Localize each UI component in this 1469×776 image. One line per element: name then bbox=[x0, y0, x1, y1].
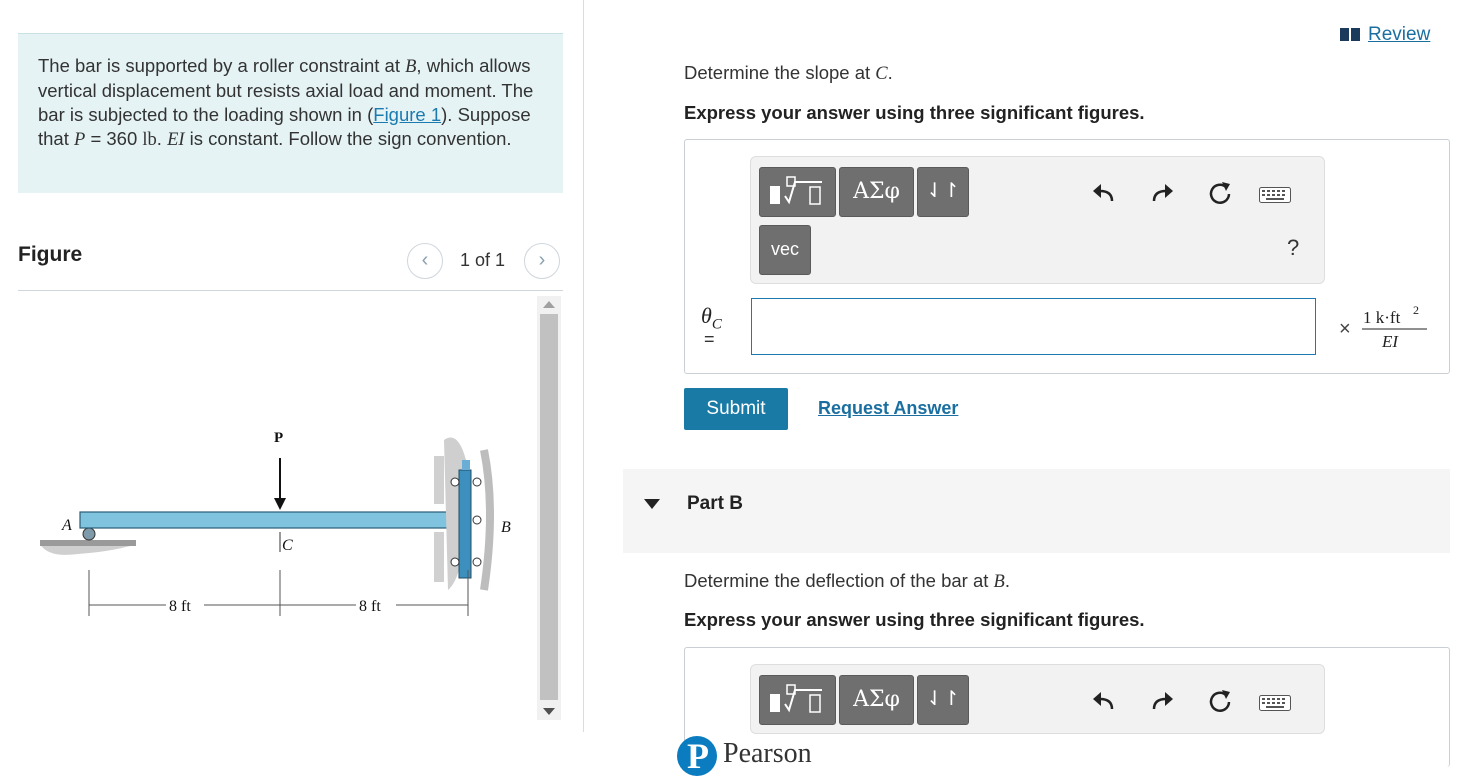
part-b-title: Part B bbox=[687, 493, 743, 514]
reset-icon[interactable] bbox=[1206, 687, 1234, 715]
roller bbox=[472, 557, 482, 567]
question-text: Determine the deflection of the bar at bbox=[684, 570, 994, 591]
templates-button[interactable] bbox=[759, 167, 836, 217]
caret-down-icon[interactable] bbox=[644, 499, 660, 509]
variable-c: C bbox=[875, 64, 888, 84]
label-b: B bbox=[501, 519, 511, 536]
logo-letter: P bbox=[687, 736, 709, 776]
reset-icon[interactable] bbox=[1206, 179, 1234, 207]
variable-b: B bbox=[405, 57, 417, 77]
end-cap bbox=[462, 460, 470, 470]
keyboard-icon[interactable] bbox=[1259, 187, 1291, 203]
chevron-right-icon[interactable]: › bbox=[524, 243, 560, 279]
part-a-instruction: Express your answer using three signific… bbox=[684, 102, 1145, 123]
wall-b bbox=[480, 449, 494, 591]
left-panel: The bar is supported by a roller constra… bbox=[0, 0, 584, 769]
figure-link[interactable]: Figure 1 bbox=[373, 104, 441, 125]
dim-label-1: 8 ft bbox=[169, 598, 191, 615]
problem-statement: The bar is supported by a roller constra… bbox=[18, 33, 563, 193]
templates-icon bbox=[770, 684, 822, 713]
roller-base bbox=[40, 540, 136, 546]
arrow-head bbox=[274, 498, 286, 510]
question-text: . bbox=[887, 62, 893, 83]
keyboard-icon[interactable] bbox=[1259, 695, 1291, 711]
part-b-question: Determine the deflection of the bar at B… bbox=[684, 570, 1010, 593]
figure-scrollbar[interactable] bbox=[537, 296, 561, 720]
request-answer-link[interactable]: Request Answer bbox=[818, 398, 958, 419]
label-p: P bbox=[274, 430, 283, 446]
math-toolbar: ΑΣφ ⇃↾ bbox=[750, 664, 1325, 734]
scroll-up-icon[interactable] bbox=[543, 301, 555, 308]
scroll-thumb[interactable] bbox=[540, 314, 558, 700]
review-link[interactable]: Review bbox=[1340, 24, 1430, 46]
units-label: × 1 k·ft 2 EI bbox=[1339, 303, 1427, 351]
equals-sign: = bbox=[704, 329, 715, 349]
variable-p: P bbox=[74, 130, 86, 150]
undo-icon[interactable] bbox=[1090, 179, 1118, 207]
templates-icon bbox=[770, 176, 822, 205]
math-toolbar: ΑΣφ ⇃↾ vec ? bbox=[750, 156, 1325, 284]
pearson-brand: Pearson bbox=[723, 738, 812, 769]
figure-heading: Figure bbox=[18, 243, 83, 266]
answer-box-a: ΑΣφ ⇃↾ vec ? θC = × 1 k·ft 2 EI bbox=[684, 139, 1450, 374]
arrows-button[interactable]: ⇃↾ bbox=[917, 167, 969, 217]
question-text: . bbox=[1004, 570, 1010, 591]
variable-ei: EI bbox=[167, 130, 185, 150]
beam-figure: P A B C 8 ft 8 ft bbox=[40, 430, 511, 616]
pearson-logo-icon: P bbox=[677, 736, 717, 776]
units-numerator: 1 k·ft bbox=[1363, 308, 1401, 327]
help-button[interactable]: ? bbox=[1287, 235, 1299, 261]
theta-symbol: θ bbox=[701, 303, 712, 328]
book-icon bbox=[1340, 28, 1360, 41]
question-text: Determine the slope at bbox=[684, 62, 876, 83]
undo-icon[interactable] bbox=[1090, 687, 1118, 715]
variable-b: B bbox=[993, 572, 1005, 592]
dim-label-2: 8 ft bbox=[359, 598, 381, 615]
problem-text: The bar is supported by a roller constra… bbox=[38, 55, 406, 76]
scroll-down-icon[interactable] bbox=[543, 708, 555, 715]
label-a: A bbox=[61, 517, 72, 534]
submit-button[interactable]: Submit bbox=[684, 388, 788, 430]
guide-bottom bbox=[434, 532, 444, 582]
part-b-instruction: Express your answer using three signific… bbox=[684, 609, 1145, 630]
beam bbox=[79, 511, 463, 529]
roller bbox=[472, 515, 482, 525]
problem-text: = 360 bbox=[85, 128, 143, 149]
review-label: Review bbox=[1368, 24, 1431, 45]
times-sign: × bbox=[1339, 318, 1351, 340]
roller bbox=[472, 477, 482, 487]
chevron-left-icon[interactable]: ‹ bbox=[407, 243, 443, 279]
redo-icon[interactable] bbox=[1148, 687, 1176, 715]
figure-pager: 1 of 1 bbox=[460, 250, 506, 270]
column-divider bbox=[583, 0, 584, 732]
greek-button[interactable]: ΑΣφ bbox=[839, 167, 914, 217]
divider bbox=[18, 290, 563, 291]
problem-text: is constant. Follow the sign convention. bbox=[184, 128, 512, 149]
part-a-question: Determine the slope at C. bbox=[684, 62, 893, 85]
roller bbox=[450, 477, 460, 487]
part-b-header[interactable]: Part B bbox=[623, 469, 1450, 553]
templates-button[interactable] bbox=[759, 675, 836, 725]
vec-button[interactable]: vec bbox=[759, 225, 811, 275]
unit-lb: lb bbox=[142, 130, 157, 150]
units-exponent: 2 bbox=[1413, 303, 1419, 317]
greek-button[interactable]: ΑΣφ bbox=[839, 675, 914, 725]
guide-top bbox=[434, 456, 444, 504]
answer-input[interactable] bbox=[751, 298, 1316, 355]
problem-text: . bbox=[156, 128, 168, 149]
roller-a bbox=[82, 527, 96, 541]
redo-icon[interactable] bbox=[1148, 179, 1176, 207]
units-denominator: EI bbox=[1381, 332, 1399, 351]
end-plate bbox=[458, 469, 472, 579]
roller bbox=[450, 557, 460, 567]
label-c: C bbox=[282, 537, 293, 554]
arrows-button[interactable]: ⇃↾ bbox=[917, 675, 969, 725]
